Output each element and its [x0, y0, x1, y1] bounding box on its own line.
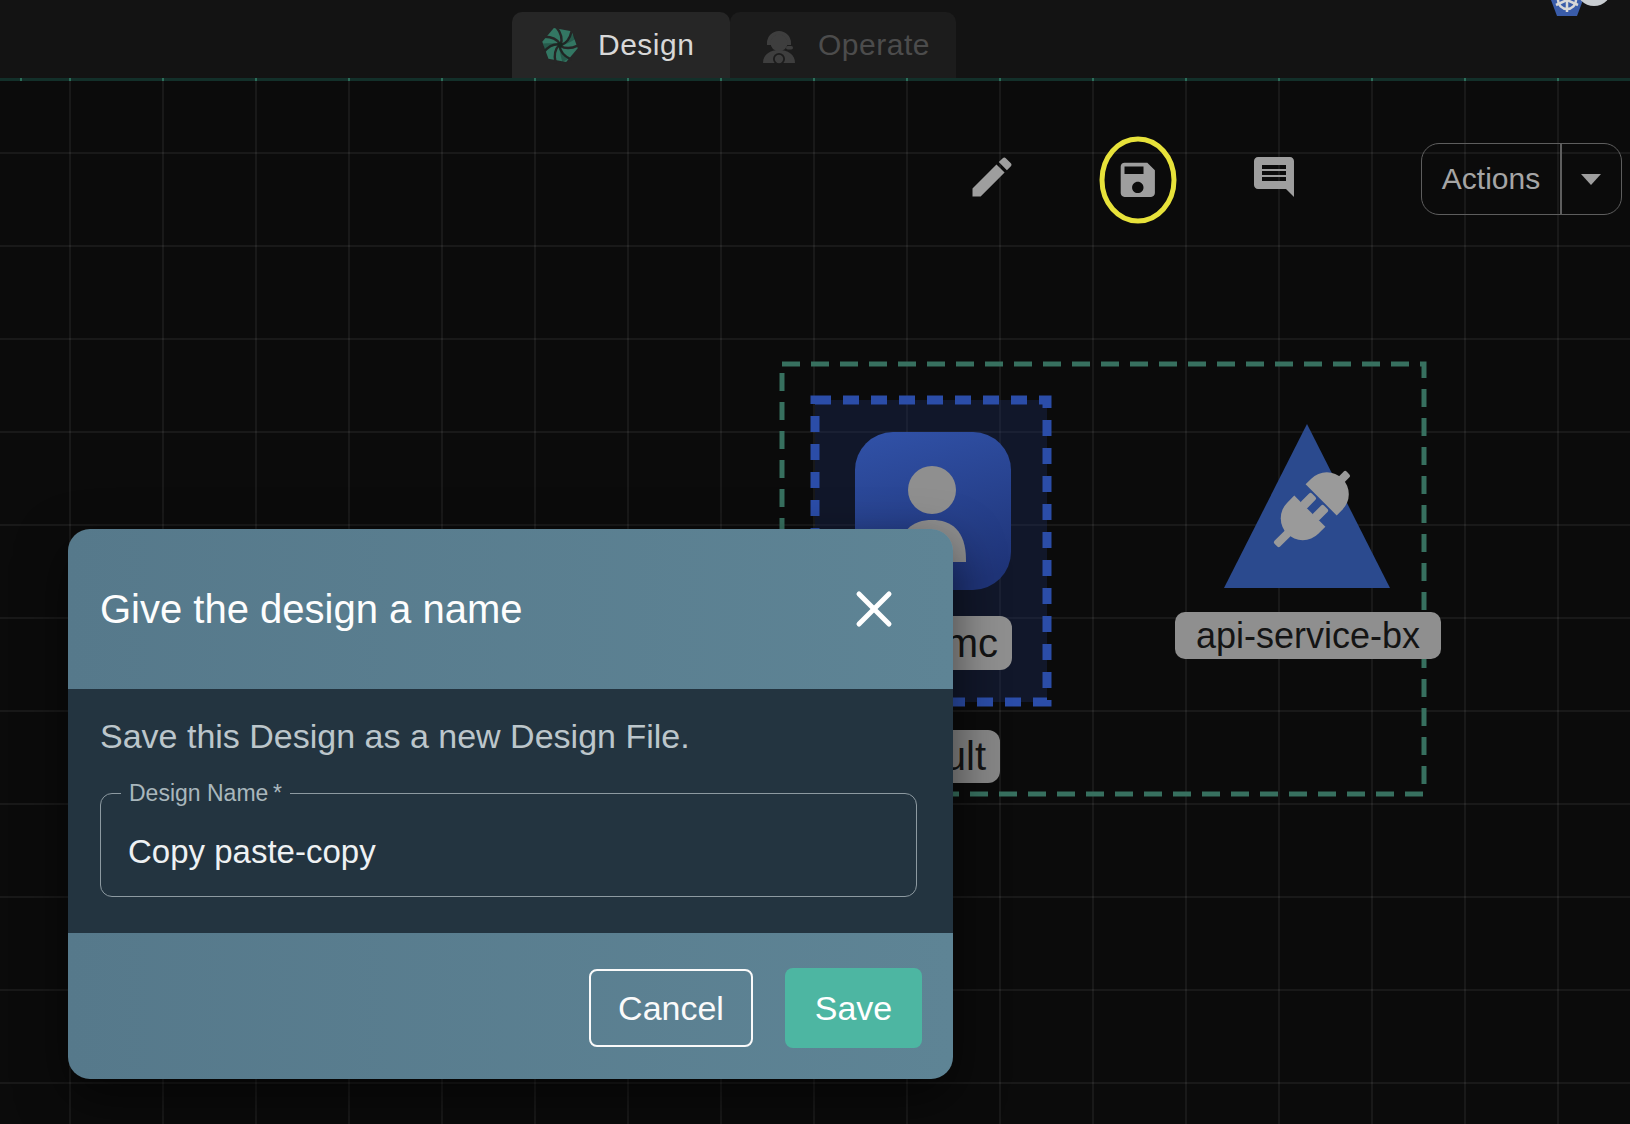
api-service-node[interactable]	[1214, 420, 1400, 592]
dialog-header: Give the design a name	[68, 529, 953, 689]
node-label-api-service[interactable]: api-service-bx	[1175, 612, 1441, 659]
dialog-description: Save this Design as a new Design File.	[100, 717, 690, 756]
design-name-input-value: Copy paste-copy	[128, 801, 376, 903]
save-button[interactable]: Save	[785, 968, 922, 1048]
dialog-body: Save this Design as a new Design File. D…	[68, 689, 953, 933]
close-icon[interactable]	[850, 585, 898, 633]
save-design-dialog: Give the design a name Save this Design …	[68, 529, 953, 1079]
design-name-input[interactable]: Design Name * Copy paste-copy	[100, 793, 917, 897]
dialog-title: Give the design a name	[100, 529, 522, 689]
cancel-button[interactable]: Cancel	[589, 969, 753, 1047]
dialog-footer: Cancel Save	[68, 933, 953, 1079]
